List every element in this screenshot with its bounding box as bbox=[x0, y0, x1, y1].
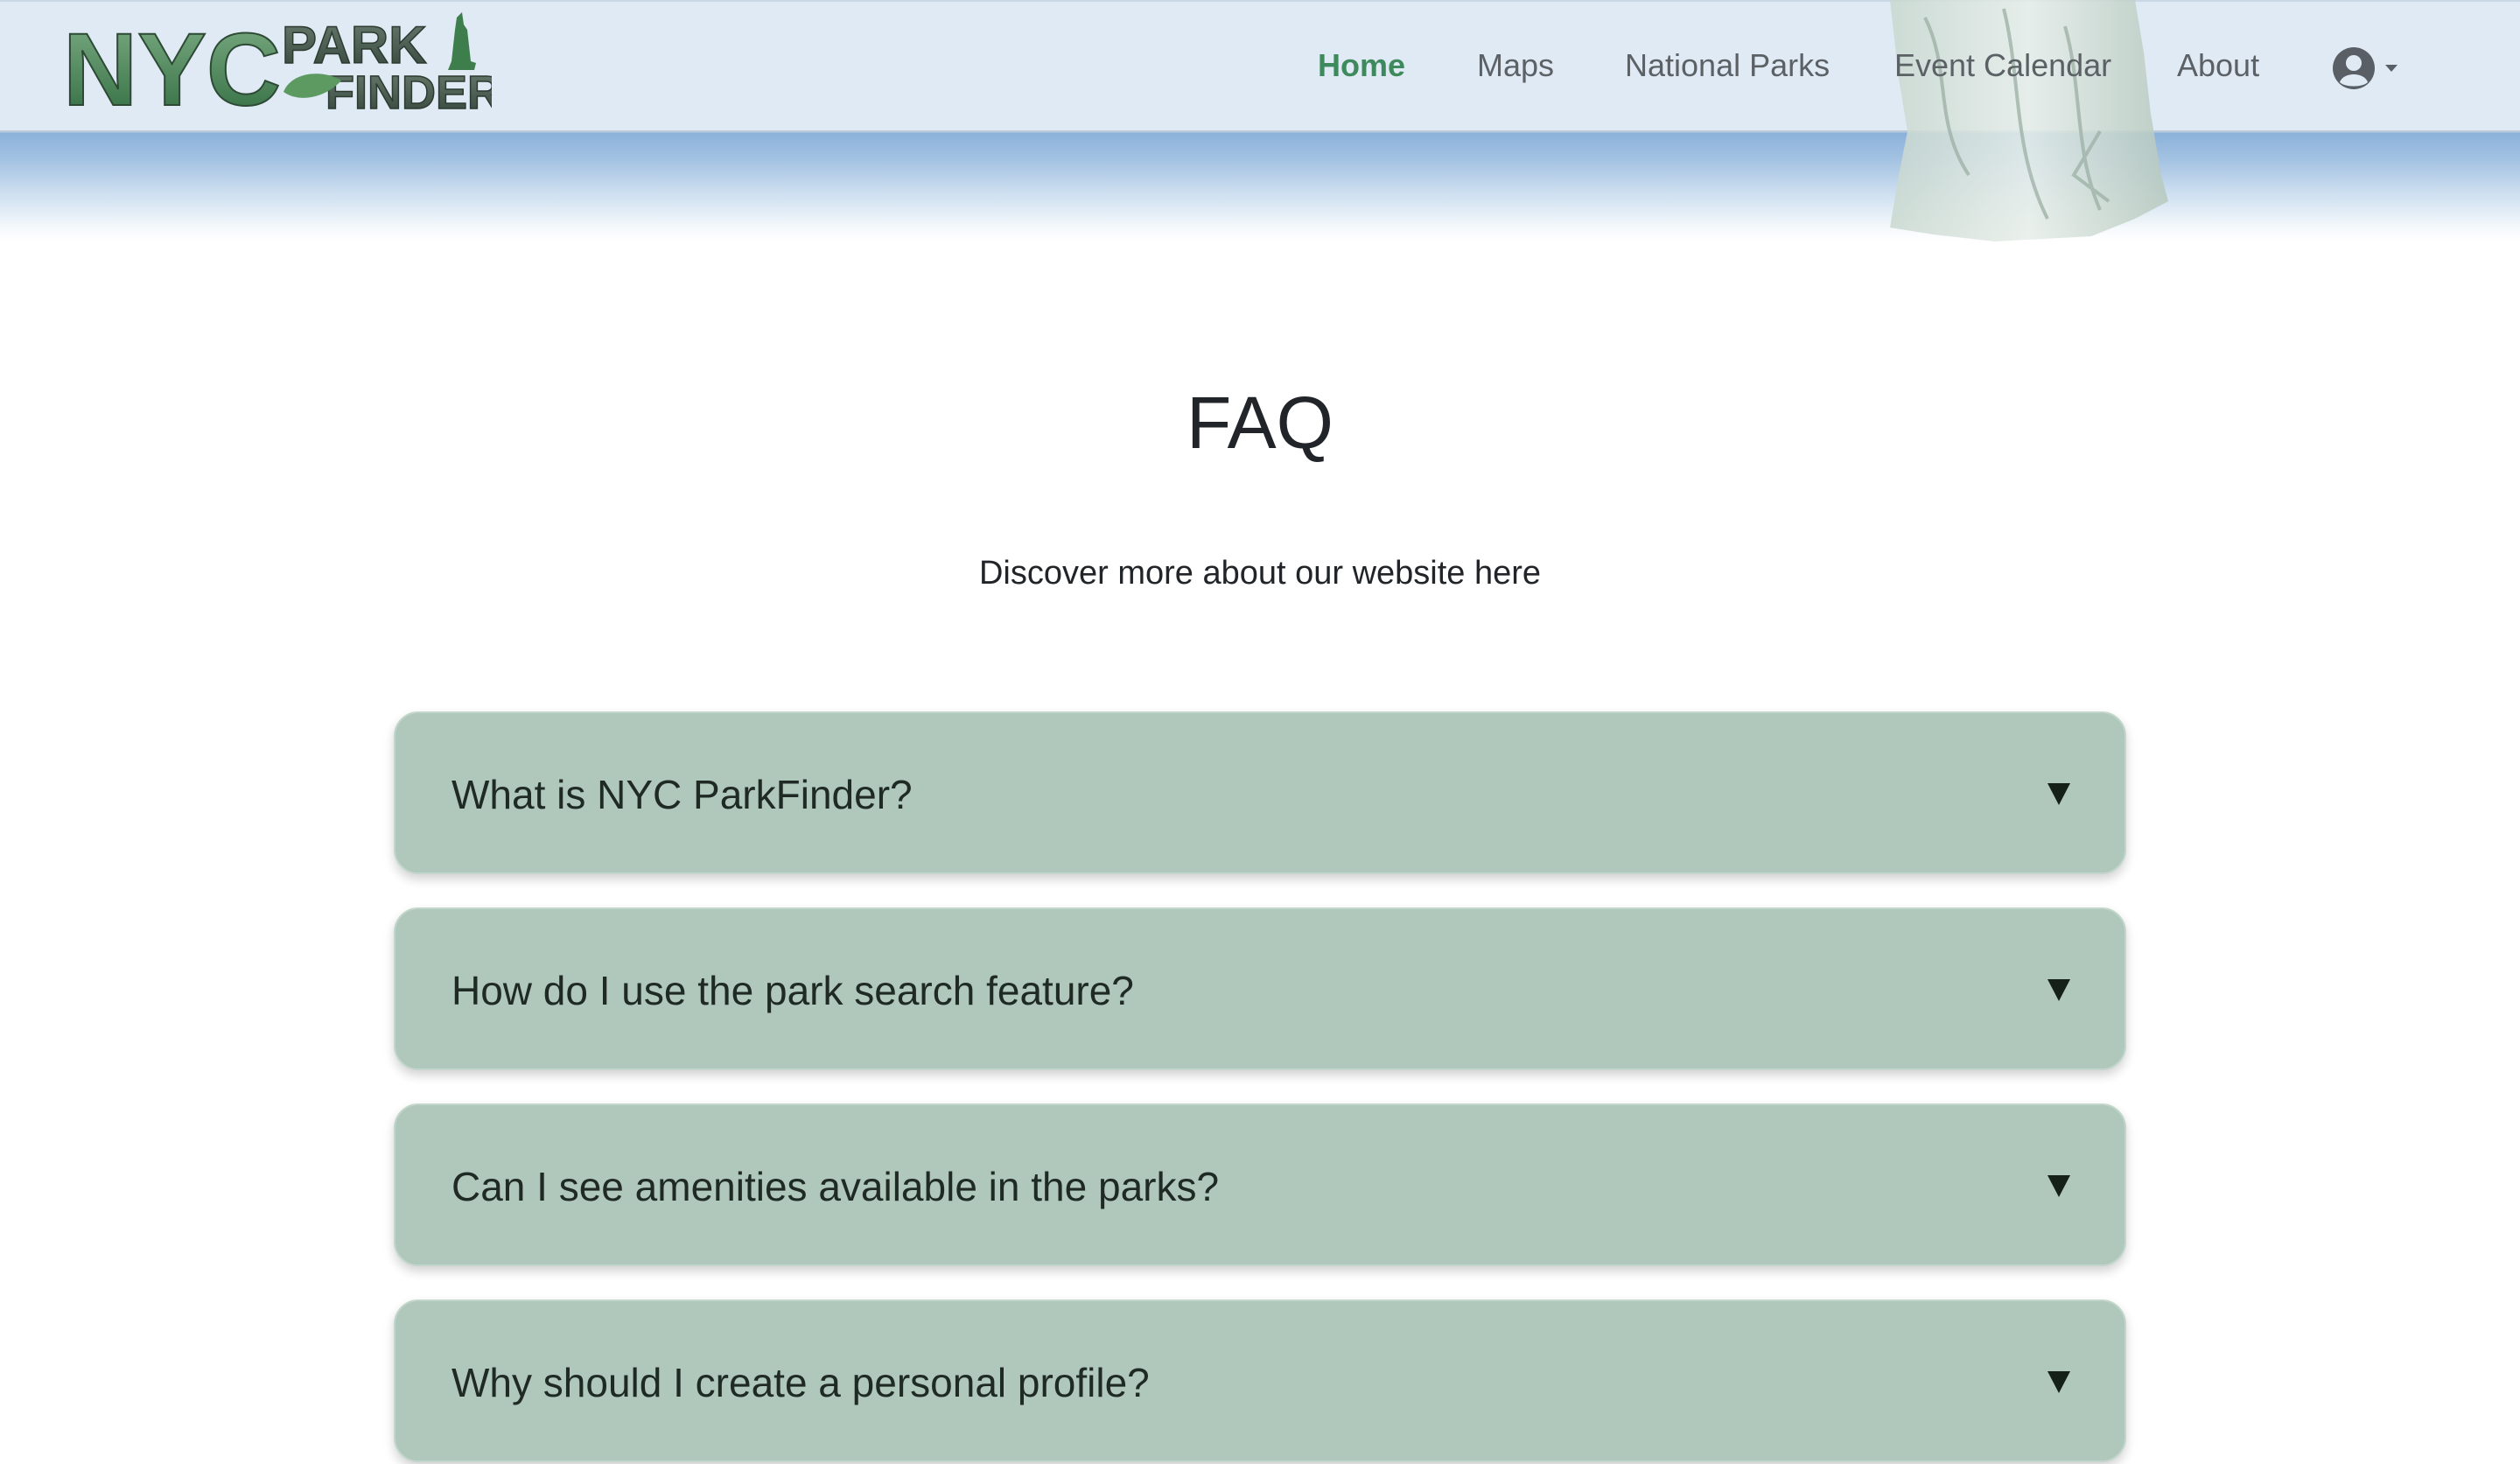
nav-maps-link[interactable]: Maps bbox=[1477, 47, 1554, 84]
faq-item[interactable]: How do I use the park search feature? bbox=[394, 907, 2126, 1070]
faq-item[interactable]: Can I see amenities available in the par… bbox=[394, 1103, 2126, 1266]
faq-question: How do I use the park search feature? bbox=[452, 968, 1134, 1013]
caret-down-icon bbox=[2048, 1175, 2070, 1197]
nyc-parkfinder-logo[interactable]: NYC PARK FINDER bbox=[63, 9, 492, 116]
caret-down-icon bbox=[2048, 1371, 2070, 1393]
nav-about-link[interactable]: About bbox=[2177, 47, 2259, 84]
nav-national-parks-link[interactable]: National Parks bbox=[1625, 47, 1830, 84]
svg-text:PARK: PARK bbox=[282, 16, 427, 74]
site-header: NYC PARK FINDER Home Maps National Parks… bbox=[0, 0, 2520, 242]
faq-question: Why should I create a personal profile? bbox=[452, 1360, 1150, 1405]
faq-item[interactable]: What is NYC ParkFinder? bbox=[394, 711, 2126, 874]
page-subtitle: Discover more about our website here bbox=[978, 555, 1542, 592]
user-circle-icon bbox=[2333, 47, 2398, 89]
nav-event-calendar-link[interactable]: Event Calendar bbox=[1894, 47, 2111, 84]
faq-question: What is NYC ParkFinder? bbox=[452, 772, 913, 817]
chevron-down-icon bbox=[2385, 65, 2398, 72]
nav-home-link[interactable]: Home bbox=[1318, 47, 1405, 84]
account-dropdown[interactable] bbox=[2331, 46, 2401, 91]
svg-text:FINDER: FINDER bbox=[326, 67, 492, 116]
caret-down-icon bbox=[2048, 979, 2070, 1001]
caret-down-icon bbox=[2048, 783, 2070, 805]
faq-question: Can I see amenities available in the par… bbox=[452, 1164, 1220, 1209]
page-title: FAQ bbox=[1186, 382, 1334, 464]
statue-of-liberty-image bbox=[1890, 0, 2168, 242]
faq-item[interactable]: Why should I create a personal profile? bbox=[394, 1299, 2126, 1462]
svg-text:NYC: NYC bbox=[63, 12, 281, 116]
